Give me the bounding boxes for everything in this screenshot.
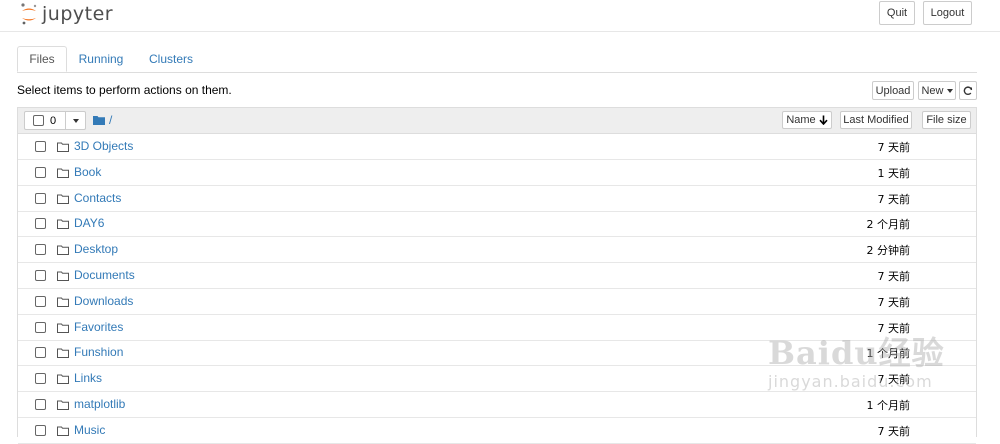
folder-icon (57, 270, 69, 284)
caret-down-icon[interactable] (73, 119, 79, 123)
last-modified: 1 个月前 (866, 347, 911, 361)
last-modified: 7 天前 (877, 295, 911, 309)
select-all-dropdown[interactable]: 0 (24, 111, 86, 130)
row-checkbox[interactable] (35, 347, 46, 359)
row-checkbox[interactable] (35, 373, 46, 385)
file-row[interactable]: Book 1 天前 (18, 160, 976, 186)
row-checkbox[interactable] (35, 192, 46, 204)
last-modified: 7 天前 (877, 270, 911, 283)
file-row[interactable]: 3D Objects 7 天前 (18, 134, 976, 160)
selection-hint: Select items to perform actions on them. (17, 83, 232, 97)
file-name-link[interactable]: Desktop (74, 242, 118, 256)
file-name-link[interactable]: Links (74, 371, 102, 385)
sort-file-size-button[interactable]: File size (922, 111, 971, 129)
tab-files[interactable]: Files (17, 46, 67, 72)
last-modified: 1 个月前 (866, 399, 911, 412)
file-row[interactable]: matplotlib 1 个月前 (18, 392, 976, 418)
new-label: New (921, 84, 944, 97)
row-checkbox[interactable] (35, 399, 46, 410)
sort-name-label: Name (786, 114, 816, 126)
last-modified: 7 天前 (877, 321, 911, 335)
last-modified: 2 个月前 (866, 218, 911, 232)
last-modified: 7 天前 (877, 141, 911, 154)
folder-icon (57, 167, 69, 181)
file-name-link[interactable]: Favorites (74, 320, 123, 334)
last-modified: 7 天前 (877, 373, 911, 387)
folder-icon (57, 425, 69, 439)
breadcrumb-root[interactable]: / (109, 113, 112, 127)
row-checkbox[interactable] (35, 321, 46, 333)
file-row[interactable]: Funshion 1 个月前 (18, 340, 976, 367)
row-checkbox[interactable] (35, 295, 46, 307)
file-name-link[interactable]: Funshion (74, 345, 123, 359)
file-row[interactable]: Documents 7 天前 (18, 263, 976, 289)
file-name-link[interactable]: Book (74, 165, 101, 179)
folder-open-icon (93, 116, 105, 125)
last-modified: 7 天前 (877, 192, 911, 206)
file-row[interactable]: Music 7 天前 (18, 418, 976, 444)
file-list: 0 / Name Last Modified File size 3D Obje… (17, 107, 977, 444)
folder-icon (57, 141, 69, 155)
tab-clusters[interactable]: Clusters (142, 46, 200, 72)
row-checkbox[interactable] (35, 141, 46, 152)
file-row[interactable]: Links 7 天前 (18, 366, 976, 393)
select-all-checkbox[interactable] (33, 115, 44, 126)
row-checkbox[interactable] (35, 270, 46, 281)
tab-bar: Files Running Clusters (17, 46, 977, 73)
last-modified: 2 分钟前 (866, 244, 911, 258)
jupyter-logo[interactable]: jupyter (20, 2, 113, 26)
row-checkbox[interactable] (35, 166, 46, 178)
folder-icon (57, 296, 69, 310)
file-row[interactable]: Favorites 7 天前 (18, 315, 976, 341)
arrow-down-icon (819, 115, 828, 125)
file-name-link[interactable]: matplotlib (74, 397, 125, 411)
folder-icon (57, 218, 69, 232)
tab-running[interactable]: Running (72, 46, 130, 72)
row-checkbox[interactable] (35, 424, 46, 436)
dropdown-divider (65, 112, 66, 129)
caret-down-icon (946, 88, 953, 93)
file-name-link[interactable]: Contacts (74, 191, 121, 205)
refresh-button[interactable] (959, 81, 977, 100)
file-name-link[interactable]: Downloads (74, 294, 133, 308)
file-name-link[interactable]: Documents (74, 268, 135, 282)
row-checkbox[interactable] (35, 244, 46, 256)
folder-icon (57, 322, 69, 336)
file-list-header: 0 / Name Last Modified File size (18, 108, 976, 134)
header-bar: jupyter Quit Logout (0, 0, 1000, 32)
file-name-link[interactable]: DAY6 (74, 216, 104, 230)
folder-icon (57, 347, 69, 361)
folder-icon (57, 399, 69, 413)
sort-last-modified-button[interactable]: Last Modified (840, 111, 912, 129)
quit-button[interactable]: Quit (879, 1, 915, 25)
jupyter-logo-icon (21, 3, 37, 25)
logo-text: jupyter (42, 3, 114, 25)
folder-icon (57, 244, 69, 258)
logout-button[interactable]: Logout (923, 1, 972, 25)
upload-button[interactable]: Upload (872, 81, 914, 100)
file-name-link[interactable]: 3D Objects (74, 139, 133, 153)
sort-name-button[interactable]: Name (782, 111, 832, 129)
file-row[interactable]: Downloads 7 天前 (18, 289, 976, 315)
folder-icon (57, 373, 69, 387)
selected-count: 0 (50, 114, 57, 127)
file-row[interactable]: DAY6 2 个月前 (18, 211, 976, 238)
row-checkbox[interactable] (35, 218, 46, 230)
new-dropdown-button[interactable]: New (918, 81, 956, 100)
file-row[interactable]: Contacts 7 天前 (18, 186, 976, 212)
last-modified: 1 天前 (877, 166, 911, 180)
refresh-icon (963, 85, 973, 95)
breadcrumb[interactable]: / (93, 113, 112, 127)
file-row[interactable]: Desktop 2 分钟前 (18, 237, 976, 264)
folder-icon (57, 193, 69, 207)
last-modified: 7 天前 (877, 424, 911, 438)
